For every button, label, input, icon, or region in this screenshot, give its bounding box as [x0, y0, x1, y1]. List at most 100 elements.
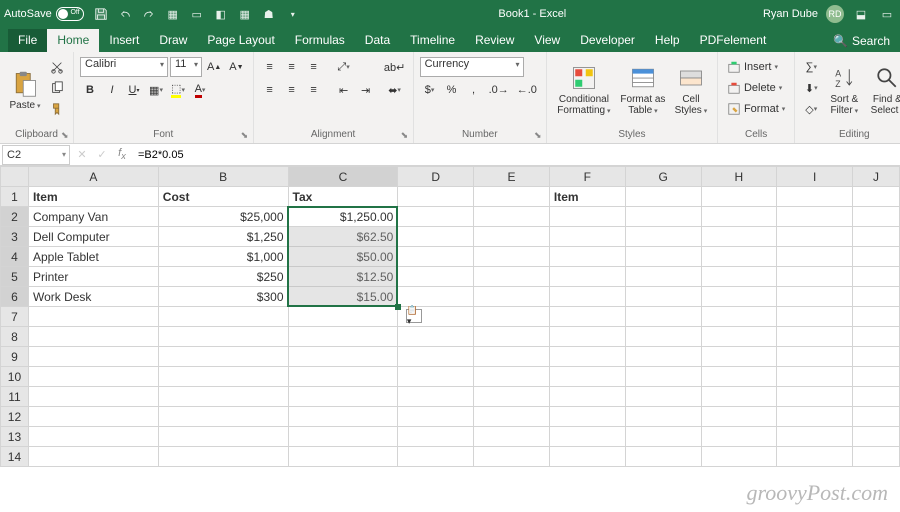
cell-C6[interactable]: $15.00: [288, 287, 398, 307]
row-header-2[interactable]: 2: [1, 207, 29, 227]
cell-J2[interactable]: [853, 207, 900, 227]
cell-F6[interactable]: [549, 287, 625, 307]
cell-E6[interactable]: [474, 287, 550, 307]
cell-B11[interactable]: [158, 387, 288, 407]
cell-I7[interactable]: [777, 307, 853, 327]
cell-D1[interactable]: [398, 187, 474, 207]
cell-F7[interactable]: [549, 307, 625, 327]
cell-H8[interactable]: [701, 327, 777, 347]
cell-C8[interactable]: [288, 327, 398, 347]
qat-icon-1[interactable]: ▦: [164, 5, 182, 23]
decrease-decimal-icon[interactable]: ←.0: [514, 80, 540, 100]
cell-E7[interactable]: [474, 307, 550, 327]
conditional-formatting-button[interactable]: Conditional Formatting: [553, 57, 615, 123]
fx-icon[interactable]: fx: [112, 145, 132, 165]
search-box[interactable]: 🔍 Search: [823, 30, 900, 52]
cell-D10[interactable]: [398, 367, 474, 387]
increase-indent-icon[interactable]: ⇥: [356, 80, 376, 100]
cell-B7[interactable]: [158, 307, 288, 327]
cell-C3[interactable]: $62.50: [288, 227, 398, 247]
cell-I6[interactable]: [777, 287, 853, 307]
paste-button[interactable]: Paste: [6, 57, 44, 123]
tab-data[interactable]: Data: [355, 29, 400, 52]
cell-I3[interactable]: [777, 227, 853, 247]
cell-A9[interactable]: [28, 347, 158, 367]
format-as-table-button[interactable]: Format as Table: [618, 57, 668, 123]
cell-E10[interactable]: [474, 367, 550, 387]
insert-cells-button[interactable]: Insert: [724, 57, 788, 77]
tab-draw[interactable]: Draw: [149, 29, 197, 52]
cell-G7[interactable]: [625, 307, 701, 327]
number-launcher[interactable]: ⬊: [534, 130, 544, 140]
cell-C2[interactable]: $1,250.00: [288, 207, 398, 227]
sort-filter-button[interactable]: AZ Sort & Filter: [824, 57, 864, 123]
cell-I8[interactable]: [777, 327, 853, 347]
cell-C14[interactable]: [288, 447, 398, 467]
wrap-text-button[interactable]: ab↵: [383, 57, 407, 77]
cell-G10[interactable]: [625, 367, 701, 387]
enter-formula-icon[interactable]: ✓: [92, 145, 112, 165]
cell-J8[interactable]: [853, 327, 900, 347]
col-header-J[interactable]: J: [853, 167, 900, 187]
cell-C13[interactable]: [288, 427, 398, 447]
align-center-icon[interactable]: ≡: [282, 80, 302, 100]
increase-font-icon[interactable]: A▲: [204, 57, 224, 77]
tab-review[interactable]: Review: [465, 29, 524, 52]
undo-icon[interactable]: [116, 5, 134, 23]
cell-E13[interactable]: [474, 427, 550, 447]
cell-G5[interactable]: [625, 267, 701, 287]
row-header-6[interactable]: 6: [1, 287, 29, 307]
cell-D2[interactable]: [398, 207, 474, 227]
tab-file[interactable]: File: [8, 29, 47, 52]
tab-page-layout[interactable]: Page Layout: [197, 29, 284, 52]
accounting-format-icon[interactable]: $: [420, 80, 440, 100]
cell-D14[interactable]: [398, 447, 474, 467]
decrease-indent-icon[interactable]: ⇤: [334, 80, 354, 100]
cell-D12[interactable]: [398, 407, 474, 427]
cell-I12[interactable]: [777, 407, 853, 427]
row-header-14[interactable]: 14: [1, 447, 29, 467]
cell-B6[interactable]: $300: [158, 287, 288, 307]
cell-A11[interactable]: [28, 387, 158, 407]
cell-A13[interactable]: [28, 427, 158, 447]
fill-handle[interactable]: [395, 304, 401, 310]
tab-pdfelement[interactable]: PDFelement: [690, 29, 777, 52]
cell-J9[interactable]: [853, 347, 900, 367]
cell-A7[interactable]: [28, 307, 158, 327]
cell-E4[interactable]: [474, 247, 550, 267]
clipboard-launcher[interactable]: ⬊: [61, 130, 71, 140]
row-header-5[interactable]: 5: [1, 267, 29, 287]
row-header-10[interactable]: 10: [1, 367, 29, 387]
borders-button[interactable]: ▦: [146, 80, 166, 100]
comma-format-icon[interactable]: ,: [464, 80, 484, 100]
cell-A8[interactable]: [28, 327, 158, 347]
autosum-button[interactable]: ∑: [801, 57, 821, 77]
cell-G11[interactable]: [625, 387, 701, 407]
redo-icon[interactable]: [140, 5, 158, 23]
cell-A4[interactable]: Apple Tablet: [28, 247, 158, 267]
formula-input[interactable]: [132, 145, 900, 165]
format-cells-button[interactable]: Format: [724, 99, 788, 119]
cell-B4[interactable]: $1,000: [158, 247, 288, 267]
cell-H2[interactable]: [701, 207, 777, 227]
align-left-icon[interactable]: ≡: [260, 80, 280, 100]
cell-I10[interactable]: [777, 367, 853, 387]
cell-H1[interactable]: [701, 187, 777, 207]
cell-B1[interactable]: Cost: [158, 187, 288, 207]
cell-C7[interactable]: [288, 307, 398, 327]
cell-E5[interactable]: [474, 267, 550, 287]
font-size-select[interactable]: 11: [170, 57, 202, 77]
cell-A12[interactable]: [28, 407, 158, 427]
user-avatar[interactable]: RD: [826, 5, 844, 23]
cell-E2[interactable]: [474, 207, 550, 227]
cell-A3[interactable]: Dell Computer: [28, 227, 158, 247]
cell-B8[interactable]: [158, 327, 288, 347]
ribbon-display-icon[interactable]: ⬓: [852, 5, 870, 23]
col-header-C[interactable]: C: [288, 167, 398, 187]
cell-C9[interactable]: [288, 347, 398, 367]
font-color-button[interactable]: A: [190, 80, 210, 100]
cell-D11[interactable]: [398, 387, 474, 407]
col-header-H[interactable]: H: [701, 167, 777, 187]
row-header-4[interactable]: 4: [1, 247, 29, 267]
cell-G12[interactable]: [625, 407, 701, 427]
